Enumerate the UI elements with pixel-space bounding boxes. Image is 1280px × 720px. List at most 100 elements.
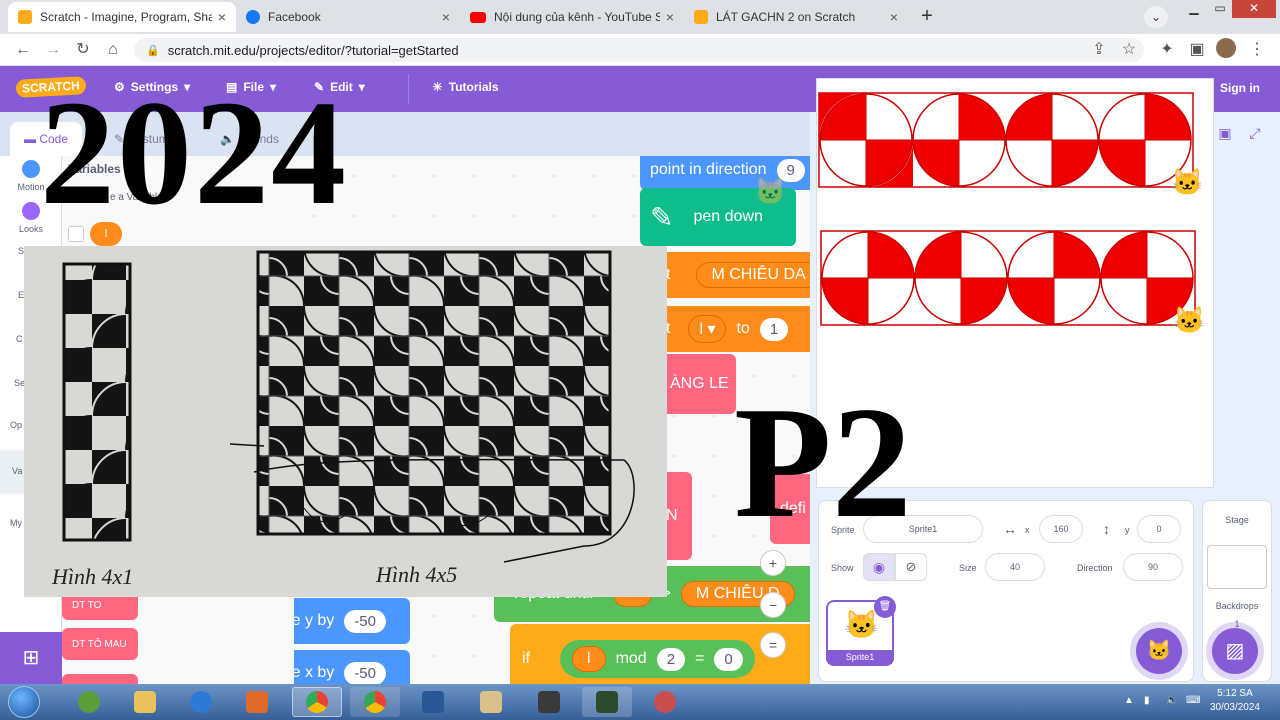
taskbar-coccoc-icon[interactable] [64, 687, 114, 717]
x-input[interactable]: 160 [1039, 515, 1083, 543]
y-label: y [1125, 525, 1130, 535]
zoom-reset-button[interactable]: = [760, 632, 786, 658]
tray-clock[interactable]: 5:12 SA 30/03/2024 [1210, 687, 1260, 715]
tray-volume-icon[interactable]: 🔈 [1166, 695, 1178, 706]
tile-row-top [818, 92, 1194, 188]
fullscreen-icon[interactable]: ⤢ [1242, 120, 1268, 146]
block-label: N [666, 507, 678, 524]
clock-date: 30/03/2024 [1209, 702, 1260, 713]
category-label: Va [12, 466, 23, 476]
tray-arrow-icon[interactable]: ▲ [1124, 695, 1134, 706]
windows-taskbar: ▲ ▮ 🔈 ⌨ 5:12 SA 30/03/2024 [0, 684, 1280, 720]
taskbar-chrome-icon[interactable] [350, 687, 400, 717]
profile-avatar[interactable] [1216, 38, 1236, 58]
block-label: change y by [294, 612, 335, 629]
change-y-block[interactable]: change y by -50 [294, 598, 410, 644]
taskbar-word-icon[interactable] [408, 687, 458, 717]
custom-block-dt-to-mau[interactable]: DT TÔ MAU [62, 628, 138, 660]
taskbar-media-icon[interactable] [232, 687, 282, 717]
tutorials-menu[interactable]: ☀ Tutorials [432, 80, 499, 94]
share-icon[interactable]: ⇪ [1088, 40, 1110, 60]
vertical-arrows-icon: ↕ [1103, 521, 1110, 537]
looks-dot-icon [22, 202, 40, 220]
show-visible-eye-icon[interactable]: ◉ [863, 553, 895, 581]
tab-title: Nội dung của kênh - YouTube Stu [494, 10, 660, 24]
sign-in-link[interactable]: Sign in [1220, 81, 1260, 95]
start-button-icon[interactable] [8, 686, 40, 718]
close-icon[interactable]: × [218, 9, 226, 25]
block-label: pen down [693, 208, 763, 225]
new-tab-button[interactable]: + [914, 5, 940, 29]
part-overlay-title: P2 [734, 373, 912, 551]
motion-dot-icon [22, 160, 40, 178]
home-icon[interactable]: ⌂ [102, 40, 124, 60]
value-input[interactable]: -50 [344, 609, 386, 633]
url-field[interactable]: 🔒 scratch.mit.edu/projects/editor/?tutor… [134, 38, 1144, 62]
value-input[interactable]: -50 [344, 661, 386, 685]
year-overlay-title: 2024 [40, 70, 348, 236]
operator-label: mod [615, 650, 647, 667]
zoom-out-button[interactable]: − [760, 592, 786, 618]
browser-tab-scratch[interactable]: Scratch - Imagine, Program, Shar × [8, 2, 236, 32]
change-x-block[interactable]: change x by -50 [294, 650, 410, 688]
add-sprite-button[interactable]: 🐱 [1136, 628, 1182, 674]
bookmark-star-icon[interactable]: ☆ [1118, 40, 1140, 60]
facebook-icon [246, 10, 260, 24]
tray-signal-icon[interactable]: ▮ [1144, 695, 1150, 706]
browser-tab-lat-gach[interactable]: LÁT GACHN 2 on Scratch × [684, 2, 908, 32]
show-label: Show [831, 563, 854, 573]
extensions-icon[interactable]: ✦ [1156, 40, 1178, 60]
taskbar-folder-icon[interactable] [120, 687, 170, 717]
value-input[interactable]: 2 [656, 647, 686, 671]
hide-eye-slash-icon[interactable]: ⊘ [895, 553, 927, 581]
variable-reporter[interactable]: l [572, 646, 606, 672]
caret-down-icon: ▾ [358, 80, 365, 94]
minimize-icon[interactable]: ▁ [1180, 0, 1208, 18]
tray-keyboard-icon[interactable]: ⌨ [1186, 695, 1200, 706]
taskbar-snipping-icon[interactable] [640, 687, 690, 717]
equals-operator[interactable]: l mod 2 = 0 [560, 640, 755, 678]
maximize-icon[interactable]: ▭ [1206, 0, 1234, 18]
y-input[interactable]: 0 [1137, 515, 1181, 543]
image-plus-icon: ▨ [1225, 640, 1245, 662]
textbook-photo: Hình 4x1 Hình 4x5 [24, 246, 667, 597]
zoom-in-button[interactable]: + [760, 550, 786, 576]
side-panel-icon[interactable]: ▣ [1186, 40, 1208, 60]
close-icon[interactable]: × [666, 9, 674, 25]
taskbar-ie-icon[interactable] [176, 687, 226, 717]
forward-arrow-icon[interactable]: → [42, 40, 64, 60]
sprite-cat-icon[interactable]: 🐱 [1171, 167, 1203, 198]
browser-tab-facebook[interactable]: Facebook × [236, 2, 460, 32]
direction-input[interactable]: 90 [1123, 553, 1183, 581]
close-icon[interactable]: × [442, 9, 450, 25]
delete-sprite-trash-icon[interactable]: 🗑 [874, 596, 896, 618]
tab-search-chevron-icon[interactable]: ⌄ [1144, 6, 1168, 28]
reporter-value[interactable]: M CHIÊU DA [696, 262, 810, 288]
scratch-favicon-icon [18, 10, 32, 24]
browser-menu-icon[interactable]: ⋮ [1246, 40, 1268, 60]
close-icon[interactable]: × [890, 9, 898, 25]
taskbar-chrome-icon[interactable] [292, 687, 342, 717]
taskbar-app-icon[interactable] [524, 687, 574, 717]
x-label: x [1025, 525, 1030, 535]
reload-icon[interactable]: ↻ [72, 40, 94, 60]
block-label: if [522, 650, 530, 667]
browser-tab-youtube[interactable]: Nội dung của kênh - YouTube Stu × [460, 2, 684, 32]
sprite-cat-icon[interactable]: 🐱 [1173, 305, 1205, 336]
add-backdrop-button[interactable]: ▨ [1212, 628, 1258, 674]
figure-caption-4x5: Hình 4x5 [376, 562, 458, 587]
value-input[interactable]: 0 [714, 647, 743, 671]
tile-pattern-photo [62, 250, 635, 563]
taskbar-recorder-icon[interactable] [582, 687, 632, 717]
block-label: ÀNG LE [670, 375, 729, 392]
window-close-icon[interactable]: ✕ [1232, 0, 1276, 18]
pen-icon: ✎ [650, 201, 674, 233]
add-extension-button[interactable]: ⊞ [0, 632, 62, 684]
value-input[interactable]: 1 [759, 317, 789, 341]
size-input[interactable]: 40 [985, 553, 1045, 581]
variable-dropdown[interactable]: l ▾ [688, 315, 727, 343]
back-arrow-icon[interactable]: ← [12, 40, 34, 60]
stage-thumbnail[interactable] [1207, 545, 1267, 589]
small-stage-icon[interactable]: ▣ [1212, 120, 1238, 146]
taskbar-paint-icon[interactable] [466, 687, 516, 717]
